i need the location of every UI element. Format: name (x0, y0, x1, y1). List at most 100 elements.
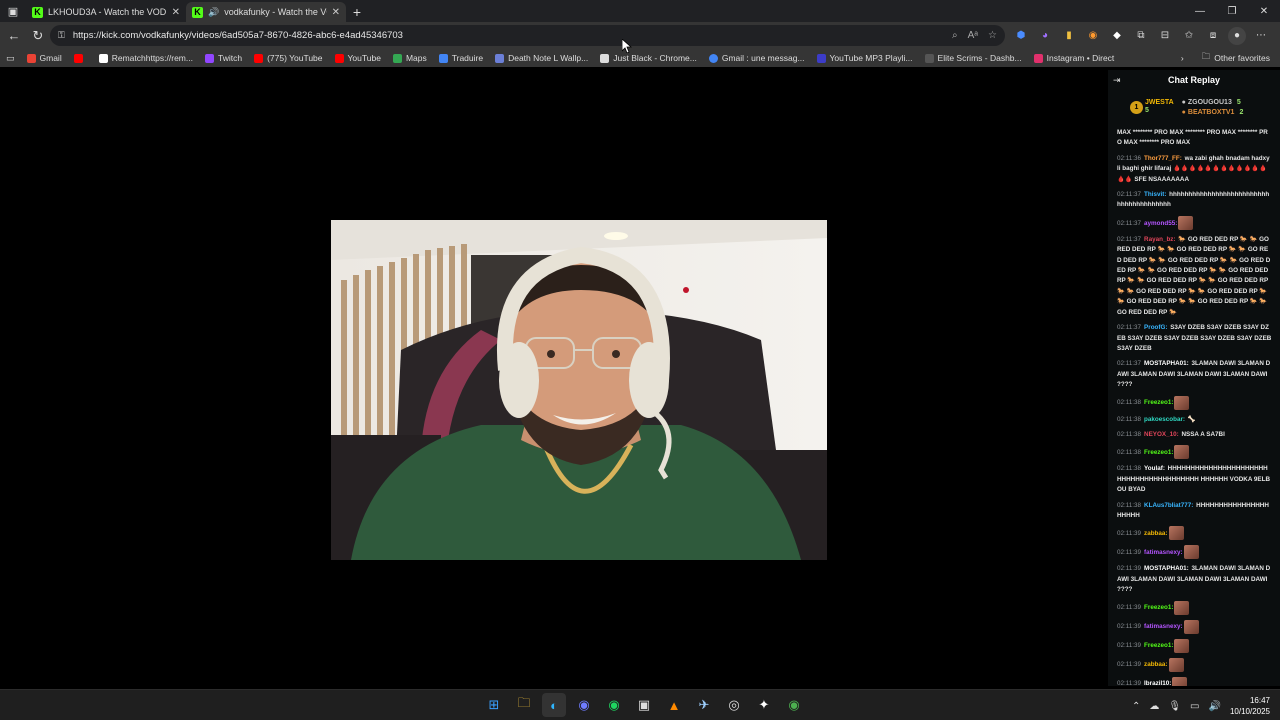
message-username[interactable]: Thor777_FF: (1144, 155, 1182, 162)
message-username[interactable]: Ibrazil10: (1144, 680, 1171, 686)
refresh-icon[interactable]: ↻ (26, 24, 50, 48)
game-icon[interactable]: ◎ (722, 693, 746, 717)
message-username[interactable]: KLAus7bliat777: (1144, 502, 1193, 509)
message-username[interactable]: Youlaf: (1144, 465, 1165, 472)
maximize-icon[interactable]: ❐ (1216, 0, 1248, 22)
message-username[interactable]: fatimasnexy: (1144, 623, 1183, 630)
other-favorites[interactable]: 🗀 Other favorites (1202, 51, 1270, 65)
more-menu-icon[interactable]: ⋯ (1252, 27, 1270, 45)
emote-icon (1174, 395, 1190, 410)
message-timestamp: 02:11:39 (1117, 661, 1142, 669)
bookmark-elite-scrims[interactable]: Elite Scrims - Dashb... (924, 53, 1022, 63)
close-tab-icon[interactable]: ✕ (332, 7, 340, 18)
message-username[interactable]: Freezeo1: (1144, 642, 1173, 649)
steam-icon[interactable]: ✈ (692, 693, 716, 717)
message-username[interactable]: Thisvit: (1144, 191, 1166, 198)
message-username[interactable]: aymond55: (1144, 220, 1177, 227)
bookmark-youtube-mp3[interactable]: YouTube MP3 Playli... (816, 53, 913, 63)
message-username[interactable]: MOSTAPHA01: (1144, 565, 1189, 572)
bookmark-traduire[interactable]: Traduire (438, 53, 483, 63)
read-aloud-icon[interactable]: Aᵃ (968, 30, 978, 41)
chat-message: 02:11:39 fatimasnexy: (1117, 619, 1272, 634)
tray-overflow-icon[interactable]: ⌃ (1132, 701, 1140, 712)
store-icon[interactable]: ▣ (632, 693, 656, 717)
site-info-icon[interactable]: ⚿ (58, 30, 65, 41)
bookmark-gmail[interactable]: Gmail (26, 53, 62, 63)
chat-message: 02:11:37 Thisvit: hhhhhhhhhhhhhhhhhhhhhhh… (1117, 190, 1272, 211)
extension-diamond-icon[interactable]: ◆ (1108, 27, 1126, 45)
extension-yellow-icon[interactable]: ▮ (1060, 27, 1078, 45)
bookmarks-sidebar-icon[interactable]: ▭ (6, 53, 15, 64)
discord-icon[interactable]: ◉ (572, 693, 596, 717)
chrome-icon[interactable]: ◉ (782, 693, 806, 717)
volume-icon[interactable]: 🔊 (1209, 701, 1221, 712)
message-username[interactable]: Freezeo1: (1144, 604, 1173, 611)
clock[interactable]: 16:47 10/10/2025 (1230, 695, 1270, 717)
video-player[interactable] (0, 70, 1108, 686)
collections-icon[interactable]: ⧈ (1204, 27, 1222, 45)
leader-3[interactable]: ● BEATBOXTV1 2 (1182, 109, 1244, 116)
chat-message: 02:11:37 MOSTAPHA01: 3LAMAN DAWI 3LAMAN D… (1117, 359, 1272, 390)
leader-2[interactable]: ● ZGOUGOU13 5 (1182, 99, 1244, 106)
microphone-icon[interactable]: 🎙 (1168, 701, 1181, 712)
rank-badge-icon: 1 (1130, 100, 1143, 114)
bookmark-death-note[interactable]: Death Note L Wallp... (495, 53, 588, 63)
message-username[interactable]: zabbaa: (1144, 530, 1167, 537)
bookmark-instagram[interactable]: Instagram • Direct (1033, 53, 1114, 63)
bookmark-maps[interactable]: Maps (392, 53, 427, 63)
message-username[interactable]: NEYOX_10: (1144, 431, 1179, 438)
wifi-icon[interactable]: ☁ (1149, 701, 1159, 712)
new-tab-button[interactable]: + (346, 2, 368, 22)
favorites-icon[interactable]: ✩ (1180, 27, 1198, 45)
chrome-store-icon (600, 53, 610, 63)
bookmark-youtube[interactable]: YouTube (334, 53, 381, 63)
file-explorer-icon[interactable]: 🗀 (512, 693, 536, 717)
extensions-icon[interactable]: ⧉ (1132, 27, 1150, 45)
message-username[interactable]: ProofG: (1144, 324, 1167, 331)
split-screen-icon[interactable]: ⊟ (1156, 27, 1174, 45)
profile-avatar-icon[interactable]: ● (1228, 26, 1246, 45)
music-icon (816, 53, 826, 63)
zoom-icon[interactable]: ⌕ (952, 30, 958, 41)
minimize-icon[interactable]: — (1184, 0, 1216, 22)
bookmark-twitch[interactable]: Twitch (204, 53, 242, 63)
message-username[interactable]: Freezeo1: (1144, 449, 1173, 456)
bookmark-youtube-775[interactable]: (775) YouTube (254, 53, 323, 63)
video-frame[interactable] (331, 220, 827, 560)
tab-vodkafunky[interactable]: K 🔊 vodkafunky - Watch the VOD ✕ (186, 2, 346, 22)
message-username[interactable]: Freezeo1: (1144, 399, 1173, 406)
chat-message: 02:11:39 fatimasnexy: (1117, 545, 1272, 560)
message-username[interactable]: pakoescobar: (1144, 416, 1185, 423)
extension-shield-icon[interactable]: ⬢ (1012, 27, 1030, 45)
bookmark-youtube-red[interactable] (73, 53, 87, 63)
capcut-icon[interactable]: ✦ (752, 693, 776, 717)
message-username[interactable]: Rayan_bz: (1144, 236, 1176, 243)
close-window-icon[interactable]: ✕ (1248, 0, 1280, 22)
tab-actions-icon[interactable]: ▣ (0, 0, 26, 22)
bookmark-rematch[interactable]: Rematchhttps://rem... (98, 53, 193, 63)
display-icon[interactable]: ▭ (1190, 701, 1199, 712)
edge-icon[interactable]: ◐ (542, 693, 566, 717)
message-username[interactable]: zabbaa: (1144, 661, 1167, 668)
speaker-icon[interactable]: 🔊 (208, 7, 219, 18)
spotify-icon[interactable]: ◉ (602, 693, 626, 717)
message-username[interactable]: MOSTAPHA01: (1144, 360, 1189, 367)
favorite-star-icon[interactable]: ☆ (988, 30, 997, 41)
bookmarks-overflow-icon[interactable]: › (1181, 53, 1184, 63)
tab-lkhoud3a[interactable]: K LKHOUD3A - Watch the VOD on ✕ (26, 2, 186, 22)
address-bar[interactable]: ⚿ https://kick.com/vodkafunky/videos/6ad… (50, 25, 1005, 46)
leader-1[interactable]: 1 JWESTA 5 (1130, 99, 1174, 115)
vlc-icon[interactable]: ▲ (662, 693, 686, 717)
chat-message: 02:11:36 Thor777_FF: wa zabi ghah bnadam … (1117, 154, 1272, 185)
collapse-chat-icon[interactable]: ⇥ (1113, 75, 1121, 86)
message-timestamp: 02:11:39 (1117, 565, 1142, 573)
extension-purple-icon[interactable]: ◕ (1036, 27, 1054, 45)
bookmark-just-black[interactable]: Just Black - Chrome... (600, 53, 697, 63)
bookmark-gmail-message[interactable]: Gmail : une messag... (708, 53, 805, 63)
copilot-icon[interactable]: ✦ (1276, 27, 1280, 45)
windows-start-icon[interactable]: ⊞ (482, 693, 506, 717)
close-tab-icon[interactable]: ✕ (172, 7, 180, 18)
message-username[interactable]: fatimasnexy: (1144, 549, 1183, 556)
back-icon[interactable]: ← (2, 24, 26, 48)
extension-orange-icon[interactable]: ◉ (1084, 27, 1102, 45)
